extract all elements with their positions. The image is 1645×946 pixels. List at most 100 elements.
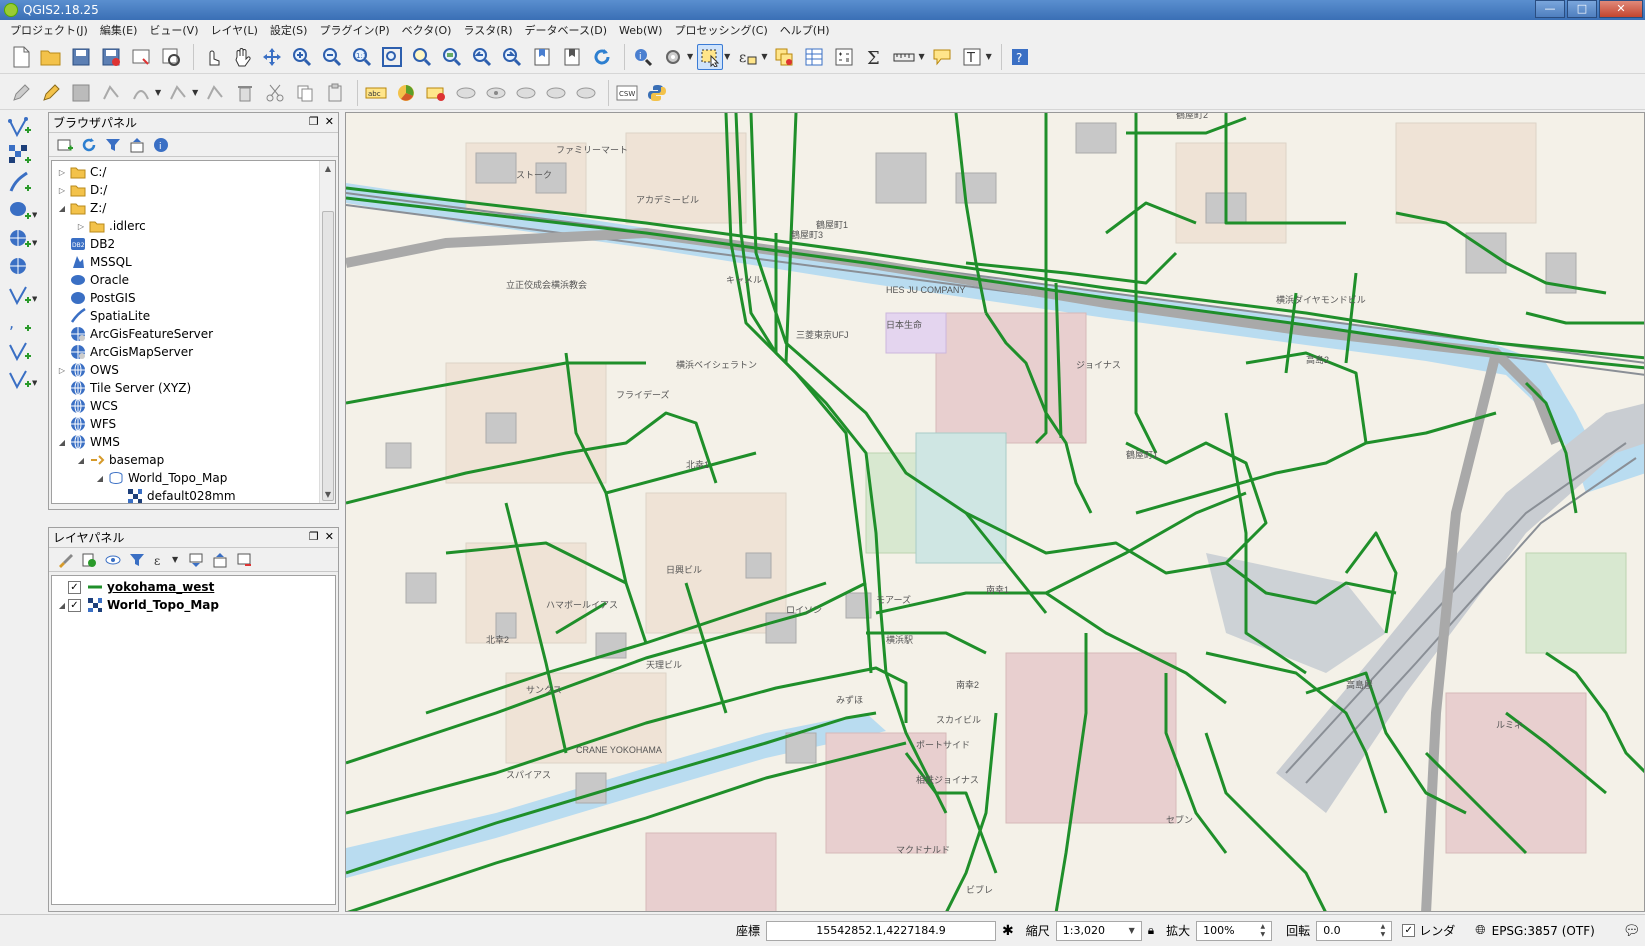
rotation-spinbox[interactable]: 0.0 ▲ ▼ (1316, 920, 1393, 941)
layer-item-world-topo-map[interactable]: ◢ ✓ World_Topo_Map (52, 596, 335, 614)
menu-project[interactable]: プロジェクト(J) (4, 22, 94, 38)
pan-to-selection-button[interactable] (259, 44, 285, 70)
menu-vector[interactable]: ベクタ(O) (396, 22, 458, 38)
select-by-expression-button[interactable]: ε (734, 44, 760, 70)
zoom-next-button[interactable] (499, 44, 525, 70)
label-show-hide-button[interactable] (483, 80, 509, 106)
chevron-down-icon[interactable]: ▼ (986, 52, 992, 61)
help-button[interactable]: ? (1007, 44, 1033, 70)
expand-arrow-icon[interactable]: ◢ (56, 438, 68, 447)
metasearch-csw-button[interactable]: CSW (614, 80, 640, 106)
chevron-down-icon[interactable]: ▼ (918, 52, 924, 61)
expand-arrow-icon[interactable]: ◢ (94, 474, 106, 483)
close-panel-icon[interactable]: ✕ (325, 115, 334, 128)
save-layer-edits-button[interactable] (68, 80, 94, 106)
move-feature-button[interactable] (165, 80, 191, 106)
spin-arrows-icon[interactable]: ▲ ▼ (1381, 923, 1386, 939)
menu-database[interactable]: データベース(D) (519, 22, 614, 38)
browser-scrollbar[interactable]: ▲ ▼ (319, 161, 335, 503)
save-as-button[interactable] (98, 44, 124, 70)
expand-arrow-icon[interactable]: ▷ (56, 366, 68, 375)
crs-globe-icon[interactable]: 🌐︎ (1475, 923, 1485, 938)
close-button[interactable]: ✕ (1599, 0, 1643, 18)
browser-item-mssql[interactable]: MSSQL (52, 253, 335, 271)
browser-item-tile-server-xyz[interactable]: Tile Server (XYZ) (52, 379, 335, 397)
browser-item-oracle[interactable]: Oracle (52, 271, 335, 289)
expand-arrow-icon[interactable]: ▷ (56, 168, 68, 177)
menu-processing[interactable]: プロセッシング(C) (668, 22, 773, 38)
zoom-in-button[interactable] (289, 44, 315, 70)
run-action-button[interactable] (660, 44, 686, 70)
measure-line-button[interactable] (891, 44, 917, 70)
current-edits-button[interactable] (8, 80, 34, 106)
label-move-button[interactable] (513, 80, 539, 106)
label-highlight-button[interactable] (453, 80, 479, 106)
save-project-button[interactable] (68, 44, 94, 70)
diagram-options-button[interactable] (393, 80, 419, 106)
browser-item-world-topo-map[interactable]: ◢ World_Topo_Map (52, 469, 335, 487)
manage-map-themes-button[interactable] (103, 550, 123, 570)
map-tips-button[interactable] (929, 44, 955, 70)
chevron-down-icon[interactable]: ▼ (192, 88, 198, 97)
menu-plugins[interactable]: プラグイン(P) (313, 22, 395, 38)
text-annotation-button[interactable]: T (959, 44, 985, 70)
properties-info-button[interactable]: i (151, 135, 171, 155)
refresh-browser-button[interactable] (79, 135, 99, 155)
coordinate-field[interactable]: 15542852.1,4227184.9 (766, 920, 997, 941)
chevron-down-icon[interactable]: ▼ (1129, 926, 1135, 935)
browser-item-arcgismapserver[interactable]: ArcGisMapServer (52, 343, 335, 361)
zoom-native-button[interactable]: 1:1 (349, 44, 375, 70)
browser-item-db2[interactable]: DB2 DB2 (52, 235, 335, 253)
collapse-all-layers-button[interactable] (210, 550, 230, 570)
magnifier-spinbox[interactable]: 100% ▲ ▼ (1196, 920, 1273, 941)
lock-scale-icon[interactable]: 🔒︎ (1148, 923, 1154, 938)
add-postgis-layer-button[interactable]: ▼ (3, 198, 43, 224)
menu-edit[interactable]: 編集(E) (94, 22, 144, 38)
new-bookmark-button[interactable] (529, 44, 555, 70)
float-panel-icon[interactable]: ❐ (309, 115, 319, 128)
select-features-button[interactable] (697, 43, 724, 70)
add-raster-layer-button[interactable] (3, 142, 43, 168)
menu-web[interactable]: Web(W) (613, 24, 668, 37)
coordinate-toggle-icon[interactable]: ✱ (1002, 923, 1014, 939)
new-print-composer-button[interactable] (128, 44, 154, 70)
layer-item-yokohama-west[interactable]: ✓ yokohama_west (52, 578, 335, 596)
browser-item-c[interactable]: ▷ C:/ (52, 163, 335, 181)
scroll-up-icon[interactable]: ▲ (320, 161, 335, 177)
menu-raster[interactable]: ラスタ(R) (457, 22, 518, 38)
statistical-summary-button[interactable]: Σ (861, 44, 887, 70)
expand-arrow-icon[interactable]: ▷ (75, 222, 87, 231)
toggle-editing-button[interactable] (38, 80, 64, 106)
pan-map-button[interactable] (229, 44, 255, 70)
minimize-button[interactable]: — (1535, 0, 1565, 18)
close-panel-icon[interactable]: ✕ (325, 530, 334, 543)
label-rotate-button[interactable] (543, 80, 569, 106)
add-selected-layers-button[interactable] (55, 135, 75, 155)
zoom-last-button[interactable] (469, 44, 495, 70)
add-spatialite-layer-button[interactable] (3, 170, 43, 196)
new-temp-layer-button[interactable]: ▼ (3, 366, 43, 392)
browser-item-wcs[interactable]: WCS (52, 397, 335, 415)
add-wcs-layer-button[interactable] (3, 254, 43, 280)
expand-arrow-icon[interactable]: ◢ (56, 601, 68, 610)
spin-arrows-icon[interactable]: ▲ ▼ (1261, 923, 1266, 939)
show-bookmarks-button[interactable] (559, 44, 585, 70)
expand-arrow-icon[interactable]: ◢ (75, 456, 87, 465)
chevron-down-icon[interactable]: ▼ (155, 88, 161, 97)
delete-selected-button[interactable] (232, 80, 258, 106)
chevron-down-icon[interactable]: ▼ (687, 52, 693, 61)
python-console-button[interactable] (644, 80, 670, 106)
remove-layer-button[interactable] (234, 550, 254, 570)
filter-browser-button[interactable] (103, 135, 123, 155)
field-calculator-button[interactable] (831, 44, 857, 70)
messages-icon[interactable]: 💬︎ (1623, 923, 1641, 939)
scroll-down-icon[interactable]: ▼ (320, 487, 335, 503)
deselect-all-button[interactable] (771, 44, 797, 70)
zoom-full-button[interactable] (379, 44, 405, 70)
map-rendering[interactable]: ファミリーマートストークアカデミービル立正佼成会横浜教会 キャメル鶴屋町1鶴屋町3… (346, 113, 1645, 912)
node-tool-button[interactable] (202, 80, 228, 106)
float-panel-icon[interactable]: ❐ (309, 530, 319, 543)
attribute-table-button[interactable] (801, 44, 827, 70)
composer-manager-button[interactable] (158, 44, 184, 70)
browser-item-wfs[interactable]: WFS (52, 415, 335, 433)
